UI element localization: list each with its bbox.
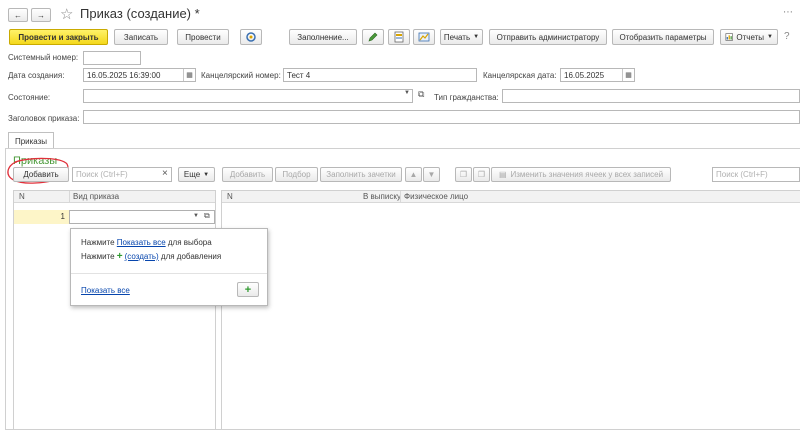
state-field[interactable] <box>83 89 413 103</box>
duplicate-icon: ❐ <box>477 170 486 179</box>
right-grid <box>221 190 800 430</box>
report-button[interactable] <box>413 29 435 45</box>
office-date-label: Канцелярская дата: <box>483 71 557 80</box>
clear-search-icon[interactable]: × <box>162 168 168 179</box>
fill-credits-button[interactable]: Заполнить зачетки <box>320 167 402 182</box>
order-kind-dropdown-icon[interactable]: ▼ <box>193 213 199 219</box>
arrow-right-icon: → <box>37 10 45 20</box>
calendar-icon[interactable]: ▦ <box>622 69 634 81</box>
page-title: Приказ (создание) * <box>80 6 200 21</box>
office-date-field[interactable]: 16.05.2025 ▦ <box>560 68 635 82</box>
citizenship-label: Тип гражданства: <box>434 93 499 102</box>
edit-cells-icon: ▤ <box>498 170 507 179</box>
change-cells-button[interactable]: ▤ Изменить значения ячеек у всех записей <box>491 167 671 182</box>
edit-button[interactable] <box>362 29 384 45</box>
state-open-icon[interactable]: ⧉ <box>418 89 424 100</box>
document-icon <box>394 31 404 43</box>
fill-button[interactable]: Заполнение... <box>289 29 357 45</box>
left-grid <box>13 190 216 430</box>
state-label: Состояние: <box>8 93 51 102</box>
citizenship-field[interactable] <box>502 89 800 103</box>
left-search-input[interactable]: Поиск (Ctrl+F) <box>72 167 172 182</box>
nav-forward-button[interactable]: → <box>31 8 51 22</box>
arrow-down-icon: ▼ <box>427 170 436 179</box>
reports-icon <box>725 33 733 41</box>
table-row[interactable]: 1 ▼ ⧉ <box>14 210 215 224</box>
toolbar-more-button[interactable]: ? <box>784 31 790 42</box>
left-add-button[interactable]: Добавить <box>13 167 69 182</box>
post-and-close-button[interactable]: Провести и закрыть <box>9 29 108 45</box>
arrow-left-icon: ← <box>14 10 22 20</box>
right-pick-button[interactable]: Подбор <box>275 167 318 182</box>
duplicate-button[interactable]: ❐ <box>473 167 490 182</box>
create-link[interactable]: (создать) <box>125 252 159 261</box>
more-menu-button[interactable]: ⋯ <box>783 7 793 18</box>
column-header-order-kind[interactable]: Вид приказа <box>73 192 119 201</box>
order-kind-open-icon[interactable]: ⧉ <box>204 211 210 221</box>
office-number-field[interactable]: Тест 4 <box>283 68 477 82</box>
tab-orders[interactable]: Приказы <box>8 132 54 149</box>
print-menu-button[interactable]: Печать ▼ <box>440 29 483 45</box>
arrow-up-icon: ▲ <box>409 170 418 179</box>
system-number-label: Системный номер: <box>8 53 79 62</box>
star-icon[interactable]: ☆ <box>60 5 73 23</box>
nav-back-button[interactable]: ← <box>8 8 28 22</box>
office-number-label: Канцелярский номер: <box>201 71 281 80</box>
move-up-button[interactable]: ▲ <box>405 167 422 182</box>
column-header-n[interactable]: N <box>227 192 233 201</box>
order-header-field[interactable] <box>83 110 800 124</box>
column-header-person[interactable]: Физическое лицо <box>404 192 468 201</box>
order-header-label: Заголовок приказа: <box>8 114 80 123</box>
created-date-label: Дата создания: <box>8 71 65 80</box>
structure-button[interactable] <box>240 29 262 45</box>
system-number-field[interactable] <box>83 51 141 65</box>
caret-down-icon: ▼ <box>203 171 210 178</box>
create-new-button[interactable]: + <box>237 282 259 297</box>
show-all-bottom-link[interactable]: Показать все <box>81 286 130 295</box>
plus-icon: + <box>116 251 123 262</box>
copy-icon: ❐ <box>459 170 468 179</box>
show-params-button[interactable]: Отобразить параметры <box>612 29 714 45</box>
caret-down-icon: ▼ <box>767 34 773 40</box>
created-date-field[interactable]: 16.05.2025 16:39:00 ▦ <box>83 68 196 82</box>
column-header-n[interactable]: N <box>19 192 25 201</box>
post-button[interactable]: Провести <box>177 29 229 45</box>
popup-line-create: Нажмите + (создать) для добавления <box>81 251 222 262</box>
caret-down-icon: ▼ <box>473 34 480 40</box>
selection-popup: Нажмите Показать все для выбора Нажмите … <box>70 228 268 306</box>
row-number-cell: 1 <box>14 210 69 224</box>
save-button[interactable]: Записать <box>114 29 168 45</box>
state-dropdown-button[interactable]: ▼ <box>404 90 410 96</box>
right-search-input[interactable]: Поиск (Ctrl+F) <box>712 167 800 182</box>
move-down-button[interactable]: ▼ <box>423 167 440 182</box>
right-add-button[interactable]: Добавить <box>222 167 273 182</box>
left-grid-header: N Вид приказа <box>14 191 215 203</box>
document-button[interactable] <box>388 29 410 45</box>
show-all-link[interactable]: Показать все <box>117 238 166 247</box>
send-admin-button[interactable]: Отправить администратору <box>489 29 607 45</box>
plus-icon: + <box>244 283 252 296</box>
pencil-icon <box>368 32 378 42</box>
copy-button[interactable]: ❐ <box>455 167 472 182</box>
structure-icon <box>246 32 256 42</box>
reports-menu-button[interactable]: Отчеты ▼ <box>720 29 778 45</box>
popup-line-select: Нажмите Показать все для выбора <box>81 238 212 247</box>
left-more-button[interactable]: Еще ▼ <box>178 167 215 182</box>
chart-icon <box>418 32 430 42</box>
column-header-in-extract[interactable]: В выписку <box>363 192 401 201</box>
right-grid-header: N В выписку Физическое лицо <box>222 191 800 203</box>
calendar-icon[interactable]: ▦ <box>183 69 195 81</box>
